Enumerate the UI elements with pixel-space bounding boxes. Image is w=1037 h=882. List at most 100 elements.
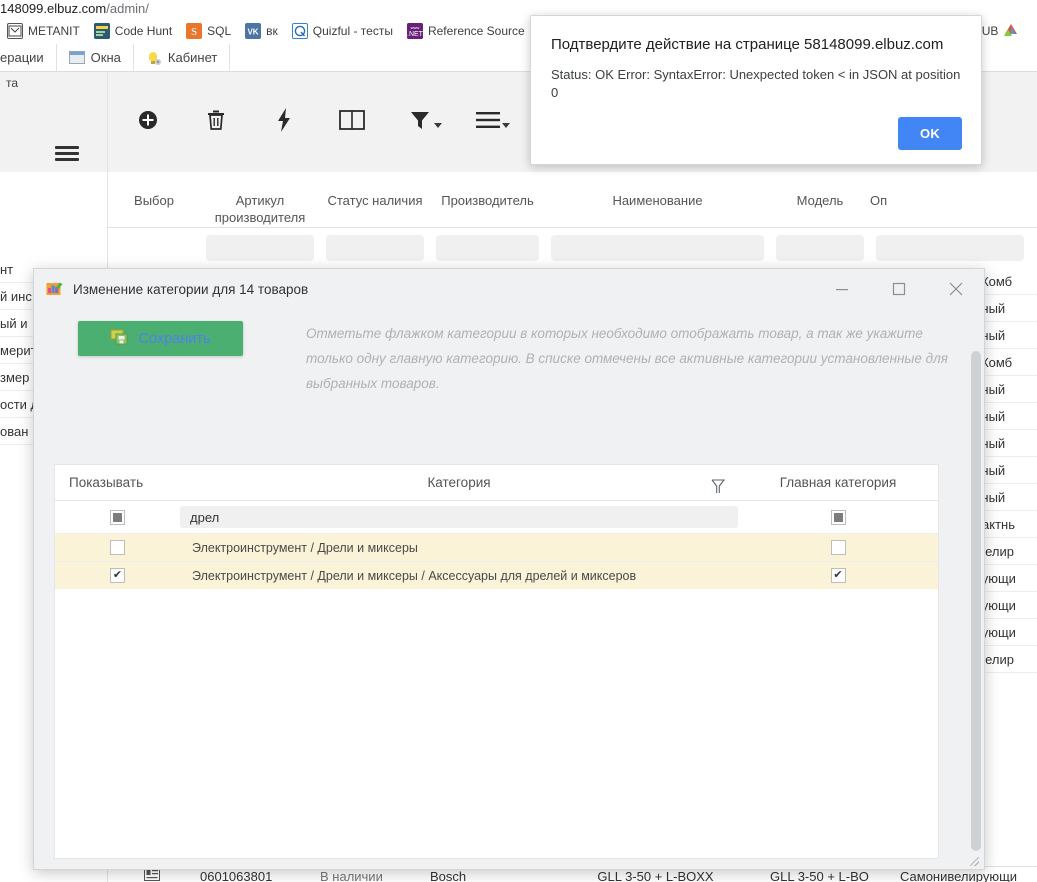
grid-col-name[interactable]: Наименование [545,172,770,227]
modal-titlebar[interactable]: Изменение категории для 14 товаров [34,269,984,309]
tab-windows[interactable]: Окна [57,44,134,71]
modal-hint-text: Отметьте флажком категории в которых нео… [306,326,948,391]
save-button-label: Сохранить [138,330,211,347]
categories-table: Показывать Категория Главная категория д… [54,464,939,859]
tab-label: Окна [90,50,121,65]
save-button[interactable]: Сохранить [78,321,243,356]
cabinet-icon [146,51,162,65]
modal-resize-handle[interactable] [968,855,980,867]
tab-operations[interactable]: ерации [0,44,57,71]
tab-label: ерации [0,50,44,65]
bookmark-reference-source[interactable]: www .NET Reference Source [400,18,532,44]
save-floppy-icon [110,328,130,349]
modal-title: Изменение категории для 14 товаров [73,281,309,297]
quick-action-button[interactable] [250,94,318,150]
bookmark-code-hunt[interactable]: Code Hunt [87,18,179,44]
bookmark-label: SQL [207,24,232,38]
category-show-checkbox[interactable] [110,540,125,555]
window-controls [813,269,984,309]
svg-text:www: www [411,25,420,30]
sidebar-header: та [0,72,107,100]
category-show-checkbox[interactable] [110,568,125,583]
bookmark-label: METANIT [28,24,80,38]
tab-cabinet[interactable]: Кабинет [134,44,231,71]
category-show-cell [55,540,180,555]
filter-show-cell [55,509,180,525]
sidebar-toggle-area [0,100,107,172]
category-row[interactable]: Электроинструмент / Дрели и миксеры [55,533,938,561]
bookmark-vk[interactable]: VK вк [238,18,285,44]
bookmark-label: вк [266,24,278,38]
maximize-button[interactable] [870,269,927,309]
hamburger-icon[interactable] [55,146,79,164]
codehunt-icon [93,23,110,39]
chevron-down-icon [502,123,510,128]
col-show[interactable]: Показывать [55,475,180,490]
col-category-label: Категория [427,475,491,490]
grid-col-description[interactable]: Оп [870,172,980,227]
filter-main-cell [738,509,938,525]
add-button[interactable] [114,94,182,150]
grid-col-select[interactable]: Выбор [108,172,200,227]
filter-sku-input[interactable] [206,235,314,261]
browser-confirm-dialog: Подтвердите действие на странице 5814809… [530,15,982,165]
columns-button[interactable] [318,94,386,150]
filter-name-input[interactable] [551,235,764,261]
modal-scrollbar-track[interactable] [971,351,981,869]
categories-rows: Электроинструмент / Дрели и миксеры Элект… [55,533,938,589]
windows-icon [68,50,85,65]
bookmark-sql[interactable]: S SQL [179,18,238,44]
dialog-ok-button[interactable]: OK [898,117,962,150]
hidub-icon [1003,23,1020,39]
category-main-cell [738,568,938,583]
category-name: Электроинструмент / Дрели и миксеры / Ак… [192,568,637,583]
category-name: Электроинструмент / Дрели и миксеры [192,540,418,555]
grid-col-sku[interactable]: Артикул производителя [200,172,320,227]
category-edit-modal: Изменение категории для 14 товаров Сохра… [33,268,985,870]
filter-availability-input[interactable] [326,235,424,261]
filter-manufacturer-input[interactable] [436,235,539,261]
dialog-title: Подтвердите действие на странице 5814809… [551,36,944,53]
menu-button[interactable] [454,94,522,150]
svg-text:.NET: .NET [407,31,423,38]
sql-icon: S [186,23,203,39]
lightning-icon [275,107,293,138]
grid-col-manufacturer[interactable]: Производитель [430,172,545,227]
funnel-icon[interactable] [710,478,726,497]
category-main-checkbox[interactable] [830,540,846,555]
categories-table-header: Показывать Категория Главная категория [55,465,938,501]
filter-show-checkbox[interactable] [110,509,125,525]
plus-circle-icon [136,108,160,137]
delete-button[interactable] [182,94,250,150]
category-search-input[interactable] [180,506,738,528]
filter-model-input[interactable] [776,235,864,261]
bookmark-metanit[interactable]: METANIT [0,18,87,44]
modal-scrollbar-thumb[interactable] [971,351,981,851]
category-show-cell [55,568,180,583]
screen: 148099.elbuz.com/admin/ METANIT Code Hun… [0,0,1037,882]
col-category[interactable]: Категория [180,475,738,493]
grid-col-model[interactable]: Модель [770,172,870,227]
modal-actions-row: Сохранить Отметьте флажком категории в к… [54,309,964,396]
bookmark-label: Reference Source [427,24,525,38]
close-button[interactable] [927,269,984,309]
category-row[interactable]: Электроинструмент / Дрели и миксеры / Ак… [55,561,938,589]
metanit-icon [7,23,23,39]
svg-text:S: S [191,26,197,38]
filter-description-input[interactable] [876,235,1024,261]
dotnet-icon: www .NET [406,23,423,39]
filter-main-checkbox[interactable] [830,509,846,525]
bookmark-quizful[interactable]: Quizful - тесты [285,18,400,44]
vk-icon: VK [245,23,262,39]
columns-icon [339,109,365,136]
filter-button[interactable] [386,94,454,150]
minimize-button[interactable] [813,269,870,309]
grid-col-availability[interactable]: Статус наличия [320,172,430,227]
modal-body: Сохранить Отметьте флажком категории в к… [34,309,984,870]
bookmark-label: Code Hunt [114,24,173,38]
category-main-checkbox[interactable] [830,568,846,583]
chart-app-icon [46,281,64,297]
category-main-cell [738,540,938,555]
col-main-category[interactable]: Главная категория [738,475,938,490]
trash-icon [205,108,227,137]
